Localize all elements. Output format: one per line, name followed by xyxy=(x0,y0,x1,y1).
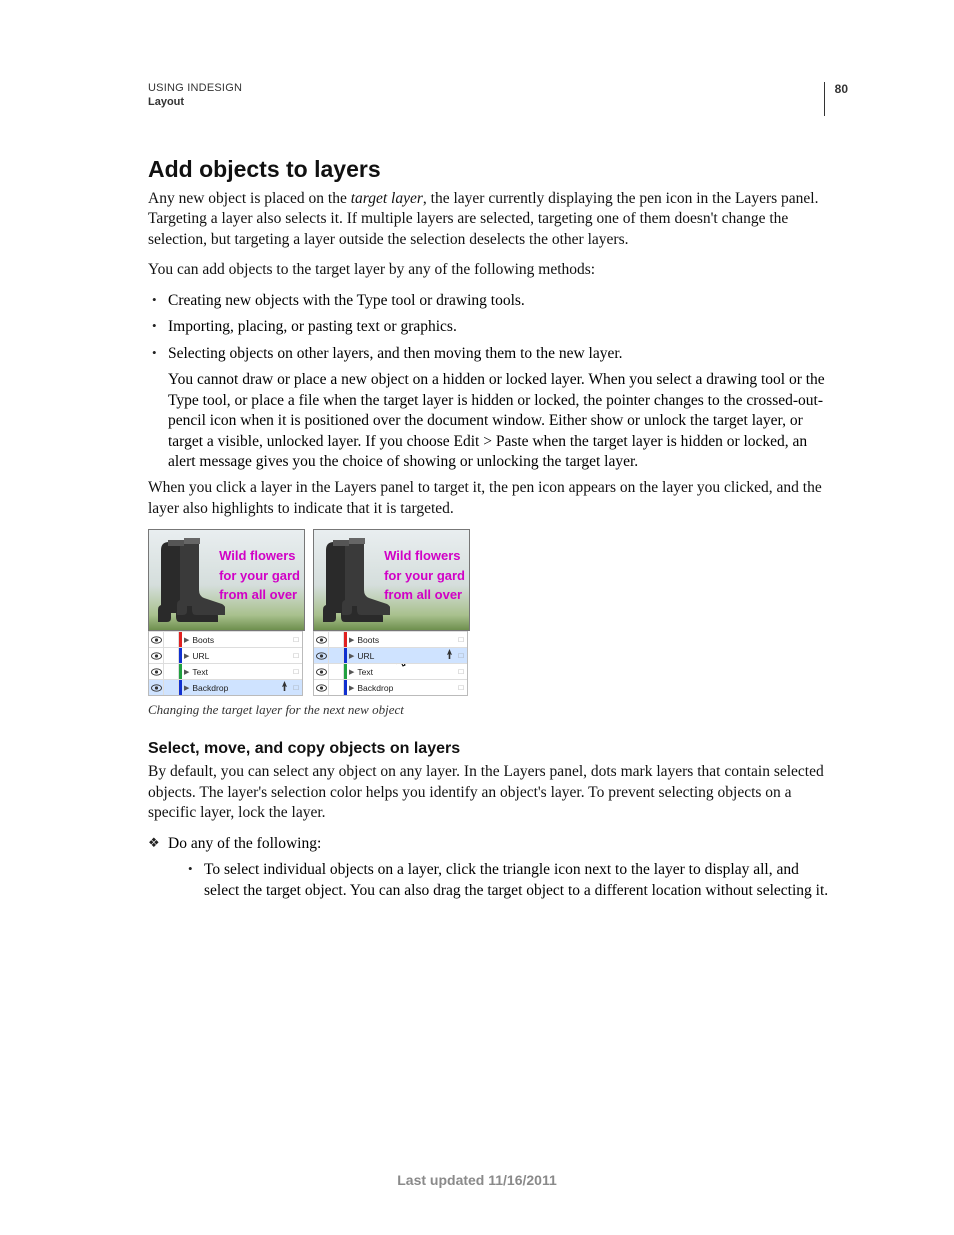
selection-square-icon[interactable]: □ xyxy=(455,635,467,644)
disclosure-triangle-icon[interactable]: ▶ xyxy=(184,684,189,692)
disclosure-triangle-icon[interactable]: ▶ xyxy=(349,636,354,644)
p1-em: target layer xyxy=(351,190,423,207)
figure-caption: Changing the target layer for the next n… xyxy=(148,702,838,718)
intro-paragraph: Any new object is placed on the target l… xyxy=(148,189,838,250)
layer-row[interactable]: ▶Text □ xyxy=(314,663,467,679)
layers-panel-right: ▶Boots□▶URL□▶Text□▶Backdrop□ xyxy=(313,631,468,696)
list-item: Creating new objects with the Type tool … xyxy=(148,291,838,311)
p4: By default, you can select any object on… xyxy=(148,762,838,823)
overlay-text: Wild flowers for your gard from all over xyxy=(219,546,300,605)
p1a: Any new object is placed on the xyxy=(148,190,351,207)
layer-color-swatch xyxy=(179,632,182,647)
overlay-line: from all over xyxy=(384,585,465,605)
overlay-line: from all over xyxy=(219,585,300,605)
lock-cell[interactable] xyxy=(164,680,179,695)
note-paragraph: You cannot draw or place a new object on… xyxy=(168,370,838,472)
layer-name: URL xyxy=(191,651,278,661)
boot-icon xyxy=(320,538,390,626)
layer-color-swatch xyxy=(179,680,182,695)
disclosure-triangle-icon[interactable]: ▶ xyxy=(184,652,189,660)
list-item: Importing, placing, or pasting text or g… xyxy=(148,317,838,337)
overlay-line: for your gard xyxy=(384,566,465,586)
visibility-icon[interactable] xyxy=(149,680,164,695)
figure-thumbnail: Wild flowers for your gard from all over xyxy=(313,529,470,631)
layer-color-swatch xyxy=(344,632,347,647)
layer-row[interactable]: ▶Backdrop □ xyxy=(314,679,467,695)
list-item: Selecting objects on other layers, and t… xyxy=(148,344,838,364)
selection-square-icon[interactable]: □ xyxy=(290,651,302,660)
overlay-text: Wild flowers for your gard from all over xyxy=(384,546,465,605)
heading-add-objects: Add objects to layers xyxy=(148,156,838,183)
methods-list: Creating new objects with the Type tool … xyxy=(148,291,838,364)
layer-color-swatch xyxy=(179,664,182,679)
figure-panel-left: Wild flowers for your gard from all over… xyxy=(148,529,303,696)
disclosure-triangle-icon[interactable]: ▶ xyxy=(349,684,354,692)
layer-row[interactable]: ▶Boots □ xyxy=(314,631,467,647)
lock-cell[interactable] xyxy=(164,648,179,663)
overlay-line: for your gard xyxy=(219,566,300,586)
pen-target-icon xyxy=(278,681,290,694)
visibility-icon[interactable] xyxy=(314,632,329,647)
overlay-line: Wild flowers xyxy=(219,546,300,566)
p2: You can add objects to the target layer … xyxy=(148,260,838,280)
footer: Last updated 11/16/2011 xyxy=(0,1172,954,1188)
pen-target-icon xyxy=(443,649,455,662)
layer-name: Backdrop xyxy=(191,683,278,693)
layer-name: Text xyxy=(191,667,278,677)
layer-name: Text xyxy=(356,667,443,677)
selection-square-icon[interactable]: □ xyxy=(290,667,302,676)
visibility-icon[interactable] xyxy=(314,680,329,695)
overlay-line: Wild flowers xyxy=(384,546,465,566)
selection-square-icon[interactable]: □ xyxy=(455,651,467,660)
layer-color-swatch xyxy=(344,680,347,695)
layer-color-swatch xyxy=(179,648,182,663)
layer-color-swatch xyxy=(344,648,347,663)
disclosure-triangle-icon[interactable]: ▶ xyxy=(184,636,189,644)
selection-square-icon[interactable]: □ xyxy=(290,683,302,692)
lock-cell[interactable] xyxy=(329,648,344,663)
list-item: To select individual objects on a layer,… xyxy=(184,860,838,901)
visibility-icon[interactable] xyxy=(149,648,164,663)
layer-name: URL xyxy=(356,651,443,661)
lock-cell[interactable] xyxy=(164,632,179,647)
layer-color-swatch xyxy=(344,664,347,679)
list-item: Do any of the following: To select indiv… xyxy=(148,834,838,901)
visibility-icon[interactable] xyxy=(314,664,329,679)
layer-name: Boots xyxy=(356,635,443,645)
figure: Wild flowers for your gard from all over… xyxy=(148,529,838,696)
lock-cell[interactable] xyxy=(329,680,344,695)
layer-row[interactable]: ▶Boots □ xyxy=(149,631,302,647)
layer-row[interactable]: ▶URL □ xyxy=(149,647,302,663)
heading-select-move-copy: Select, move, and copy objects on layers xyxy=(148,740,838,758)
task-list: Do any of the following: To select indiv… xyxy=(148,834,838,901)
layer-name: Boots xyxy=(191,635,278,645)
figure-thumbnail: Wild flowers for your gard from all over xyxy=(148,529,305,631)
boot-icon xyxy=(155,538,225,626)
layer-row[interactable]: ▶Backdrop □ xyxy=(149,679,302,695)
visibility-icon[interactable] xyxy=(314,648,329,663)
disclosure-triangle-icon[interactable]: ▶ xyxy=(349,652,354,660)
visibility-icon[interactable] xyxy=(149,664,164,679)
p3: When you click a layer in the Layers pan… xyxy=(148,478,838,519)
layer-name: Backdrop xyxy=(356,683,443,693)
selection-square-icon[interactable]: □ xyxy=(455,667,467,676)
disclosure-triangle-icon[interactable]: ▶ xyxy=(184,668,189,676)
running-head: USING INDESIGN xyxy=(148,82,838,94)
nested-list: To select individual objects on a layer,… xyxy=(184,860,838,901)
lock-cell[interactable] xyxy=(164,664,179,679)
running-section: Layout xyxy=(148,96,838,108)
layers-panel-left: ▶Boots□▶URL□▶Text□▶Backdrop□ xyxy=(148,631,303,696)
lock-cell[interactable] xyxy=(329,664,344,679)
lock-cell[interactable] xyxy=(329,632,344,647)
selection-square-icon[interactable]: □ xyxy=(290,635,302,644)
figure-panel-right: Wild flowers for your gard from all over… xyxy=(313,529,468,696)
layer-row[interactable]: ▶Text □ xyxy=(149,663,302,679)
diamond-text: Do any of the following: xyxy=(168,835,321,852)
selection-square-icon[interactable]: □ xyxy=(455,683,467,692)
layer-row[interactable]: ▶URL □ xyxy=(314,647,467,663)
disclosure-triangle-icon[interactable]: ▶ xyxy=(349,668,354,676)
visibility-icon[interactable] xyxy=(149,632,164,647)
